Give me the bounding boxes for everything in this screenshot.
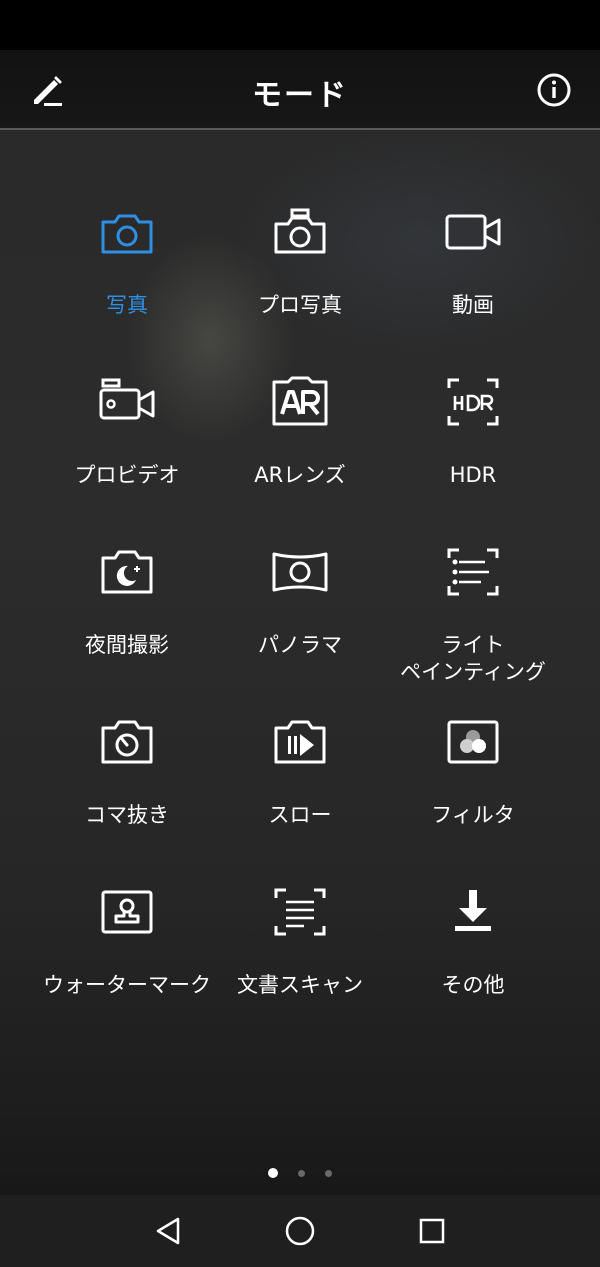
mode-label: ウォーターマーク — [43, 973, 211, 997]
mode-night[interactable]: 夜間撮影 — [37, 540, 217, 659]
mode-pro-video[interactable]: プロビデオ — [37, 370, 217, 489]
ar-icon — [272, 376, 328, 426]
pro-camera-icon — [274, 208, 326, 254]
video-icon — [445, 214, 501, 250]
mode-label: スロー — [268, 803, 332, 827]
mode-label: パノラマ — [258, 633, 342, 657]
panorama-icon — [272, 552, 328, 592]
mode-label: フィルタ — [431, 803, 515, 827]
light-painting-icon — [447, 548, 499, 596]
slow-motion-icon — [274, 720, 326, 764]
mode-video[interactable]: 動画 — [383, 200, 563, 319]
mode-label: 動画 — [452, 293, 494, 317]
status-bar — [0, 0, 600, 50]
hdr-icon — [447, 378, 499, 426]
document-scan-icon — [274, 888, 326, 936]
night-icon — [101, 550, 153, 594]
mode-label: プロ写真 — [258, 293, 342, 317]
mode-photo[interactable]: 写真 — [37, 200, 217, 319]
back-triangle-icon[interactable] — [150, 1213, 186, 1249]
mode-label: その他 — [441, 973, 505, 997]
mode-pro-photo[interactable]: プロ写真 — [210, 200, 390, 319]
page-dot-active[interactable] — [268, 1168, 278, 1178]
mode-watermark[interactable]: ウォーターマーク — [37, 880, 217, 999]
header-bar: モード — [0, 50, 600, 130]
mode-label: 文書スキャン — [237, 973, 363, 997]
time-lapse-icon — [101, 720, 153, 764]
page-title: モード — [252, 78, 348, 113]
mode-ar-lens[interactable]: ARレンズ — [210, 370, 390, 489]
mode-time-lapse[interactable]: コマ抜き — [37, 710, 217, 829]
mode-label: プロビデオ — [74, 463, 180, 487]
pro-video-icon — [99, 378, 155, 420]
mode-label: 写真 — [106, 293, 148, 317]
navigation-bar — [0, 1195, 600, 1267]
download-icon — [455, 890, 491, 931]
page-dot[interactable] — [298, 1170, 305, 1177]
page-dot[interactable] — [325, 1170, 332, 1177]
mode-light-painting[interactable]: ライト ペインティング — [383, 540, 563, 686]
mode-filter[interactable]: フィルタ — [383, 710, 563, 829]
mode-slow[interactable]: スロー — [210, 710, 390, 829]
mode-more[interactable]: その他 — [383, 880, 563, 999]
page-indicator — [0, 1168, 600, 1182]
mode-label: ライト ペインティング — [400, 633, 546, 684]
mode-label: ARレンズ — [254, 463, 346, 487]
mode-label: コマ抜き — [85, 803, 169, 827]
mode-document-scan[interactable]: 文書スキャン — [210, 880, 390, 999]
mode-hdr[interactable]: HDR — [383, 370, 563, 489]
camera-icon — [101, 214, 153, 254]
filter-icon — [447, 720, 499, 764]
mode-label: HDR — [449, 463, 497, 487]
watermark-icon — [101, 890, 153, 934]
info-icon[interactable] — [534, 70, 574, 110]
recent-square-icon[interactable] — [414, 1213, 450, 1249]
home-circle-icon[interactable] — [282, 1213, 318, 1249]
mode-panorama[interactable]: パノラマ — [210, 540, 390, 659]
mode-label: 夜間撮影 — [85, 633, 169, 657]
